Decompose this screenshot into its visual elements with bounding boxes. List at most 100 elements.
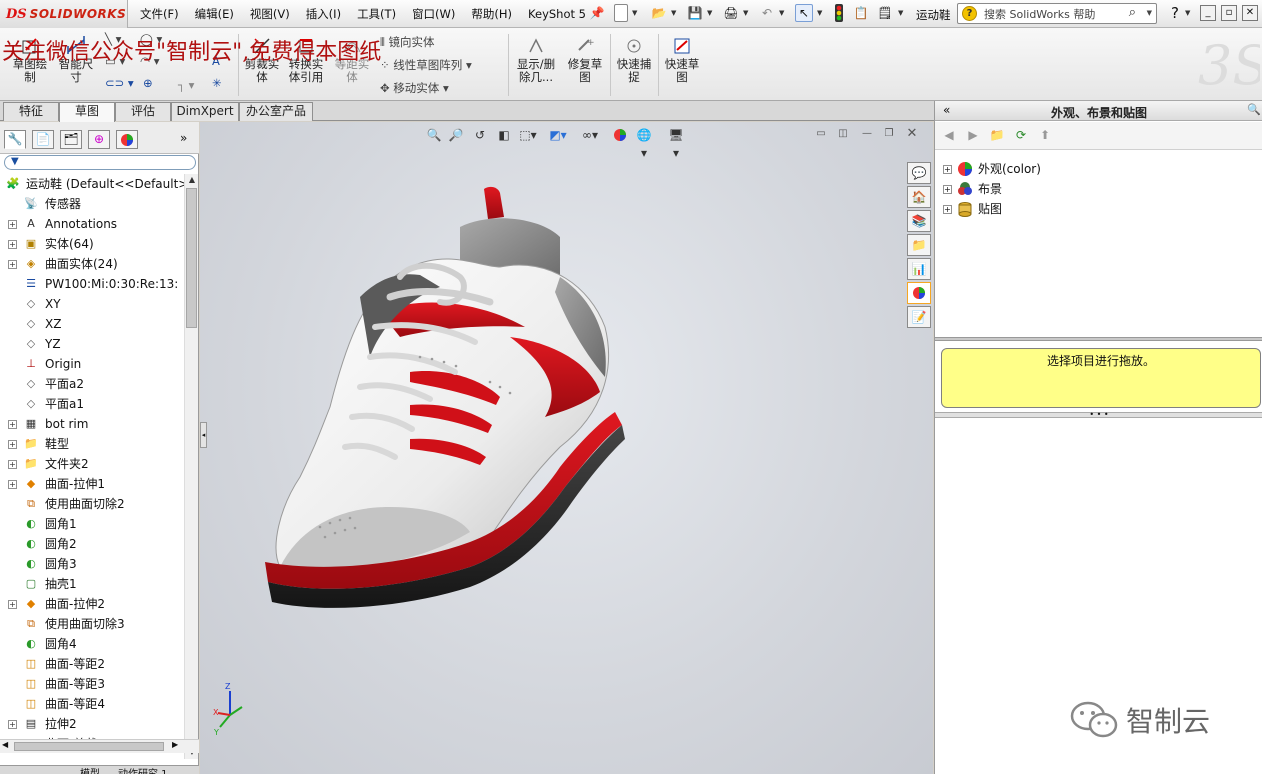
expand-icon[interactable]: + (8, 600, 17, 609)
chevron-down-icon[interactable]: ▼ (898, 9, 903, 17)
viewport-link-icon[interactable]: ◫ (836, 128, 850, 140)
move-entities-button[interactable]: ✥ 移动实体 ▾ (380, 80, 449, 96)
display-style-icon[interactable]: ◩▾ (549, 126, 567, 144)
tree-item-decals[interactable]: + 贴图 (935, 199, 1255, 219)
open-folder-icon[interactable]: 📂 (650, 4, 668, 22)
tab-features[interactable]: 特征 (3, 102, 59, 121)
configuration-manager-tab-icon[interactable]: 🗂 (60, 130, 82, 149)
add-folder-icon[interactable]: 📁 (989, 127, 1005, 143)
design-library-tab-icon[interactable]: 📚 (907, 210, 931, 232)
tree-item[interactable]: ◐ 圆角1 (0, 514, 184, 534)
pane-resize-grip[interactable]: • • • (935, 411, 1262, 419)
display-delete-relations-button[interactable]: 显示/删除几... (514, 36, 558, 84)
file-properties-icon[interactable]: 📋 (852, 4, 870, 22)
expand-icon[interactable]: + (943, 165, 952, 174)
view-palette-tab-icon[interactable]: 📊 (907, 258, 931, 280)
chevron-down-icon[interactable]: ▼ (671, 9, 676, 17)
view-orientation-icon[interactable]: ⬚▾ (519, 126, 537, 144)
expand-icon[interactable]: + (8, 480, 17, 489)
tree-item[interactable]: + ◆ 曲面-拉伸1 (0, 474, 184, 494)
help-search-input[interactable]: ? 搜索 SolidWorks 帮助 ⌕ ▼ (957, 3, 1157, 24)
expand-icon[interactable]: + (8, 220, 17, 229)
save-icon[interactable]: 💾 (686, 4, 704, 22)
tree-root[interactable]: 🧩 运动鞋 (Default<<Default> (0, 174, 184, 194)
menu-keyshot[interactable]: KeyShot 5 (528, 7, 586, 21)
feature-tree-filter-input[interactable]: ▼ (4, 155, 196, 170)
tree-vertical-scrollbar[interactable]: ▲ ▼ (184, 174, 198, 759)
print-icon[interactable]: 🖨 (722, 4, 740, 22)
menu-help[interactable]: 帮助(H) (471, 6, 512, 22)
scroll-right-icon[interactable]: ▶ (172, 740, 178, 749)
viewport-split-icon[interactable]: ▭ (814, 128, 828, 140)
shoe-3d-model[interactable] (260, 177, 640, 617)
tree-item[interactable]: + ▤ 拉伸2 (0, 714, 184, 734)
fillet-sketch-icon[interactable]: ┐ ▾ (178, 78, 194, 92)
point-tool-icon[interactable]: ✳ (212, 76, 222, 90)
expand-icon[interactable]: + (8, 420, 17, 429)
pin-icon[interactable]: 📌 (588, 4, 606, 22)
tree-item[interactable]: ◇ 平面a2 (0, 374, 184, 394)
chevron-down-icon[interactable]: ▼ (1185, 9, 1190, 17)
property-manager-tab-icon[interactable]: 📄 (32, 130, 54, 149)
tab-office-products[interactable]: 办公室产品 (239, 102, 313, 121)
custom-properties-tab-icon[interactable]: 📝 (907, 306, 931, 328)
close-button[interactable]: ✕ (1242, 5, 1258, 21)
chevron-down-icon[interactable]: ▼ (707, 9, 712, 17)
new-document-icon[interactable] (614, 4, 628, 22)
chevron-down-icon[interactable]: ▼ (779, 9, 784, 17)
tree-item[interactable]: + ▣ 实体(64) (0, 234, 184, 254)
menu-tools[interactable]: 工具(T) (357, 6, 396, 22)
minimize-button[interactable]: _ (1200, 5, 1216, 21)
tree-item[interactable]: ◇ XY (0, 294, 184, 314)
graphics-viewport[interactable]: ◂ 🔍 🔎 ↺ ◧ ⬚▾ ◩▾ ∞▾ 🌐▾ 🖥▾ ▭ ◫ — ❐ ✕ 💬 🏠 📚… (200, 122, 933, 774)
up-level-icon[interactable]: ⬆ (1037, 127, 1053, 143)
pin-icon[interactable]: 🔍 (1247, 103, 1261, 116)
edit-appearance-icon[interactable] (611, 126, 629, 144)
expand-icon[interactable]: + (8, 460, 17, 469)
menu-edit[interactable]: 编辑(E) (195, 6, 234, 22)
tree-item[interactable]: ◐ 圆角4 (0, 634, 184, 654)
rapid-sketch-button[interactable]: 快速草图 (662, 36, 702, 84)
tree-item[interactable]: ⧉ 使用曲面切除2 (0, 494, 184, 514)
expand-icon[interactable]: + (8, 720, 17, 729)
tree-item[interactable]: ◐ 圆角2 (0, 534, 184, 554)
tree-item[interactable]: ▢ 抽壳1 (0, 574, 184, 594)
expand-icon[interactable]: + (8, 440, 17, 449)
slot-tool-icon[interactable]: ⊂⊃ ▾ (105, 76, 134, 90)
chevron-down-icon[interactable]: ▼ (817, 9, 822, 17)
select-cursor-icon[interactable]: ↖ (795, 4, 813, 22)
help-icon[interactable]: ? (1166, 4, 1184, 22)
tab-model[interactable]: 模型 (80, 765, 100, 774)
refresh-icon[interactable]: ⟳ (1013, 127, 1029, 143)
mirror-entities-button[interactable]: ⫴ 镜向实体 (380, 34, 435, 50)
tree-item[interactable]: + 📁 文件夹2 (0, 454, 184, 474)
tree-item-scenes[interactable]: + 布景 (935, 179, 1255, 199)
tree-item[interactable]: + ◈ 曲面实体(24) (0, 254, 184, 274)
apply-scene-icon[interactable]: 🌐▾ (635, 126, 653, 160)
dimxpert-manager-tab-icon[interactable]: ⊕ (88, 130, 110, 149)
expand-icon[interactable]: + (8, 240, 17, 249)
scroll-left-icon[interactable]: ◀ (2, 740, 8, 749)
tree-item[interactable]: ◇ XZ (0, 314, 184, 334)
tree-item[interactable]: + A Annotations (0, 214, 184, 234)
file-explorer-tab-icon[interactable]: 📁 (907, 234, 931, 256)
scroll-up-icon[interactable]: ▲ (186, 174, 198, 186)
rebuild-traffic-light-icon[interactable] (830, 4, 848, 22)
tree-item[interactable]: ◫ 曲面-等距4 (0, 694, 184, 714)
expand-icon[interactable]: + (943, 205, 952, 214)
feature-tree-tab-icon[interactable]: 🔧 (4, 130, 26, 149)
tree-item[interactable]: + ▦ bot rim (0, 414, 184, 434)
tab-sketch[interactable]: 草图 (59, 102, 115, 122)
quick-snaps-button[interactable]: 快速捕捉 (614, 36, 654, 84)
linear-pattern-button[interactable]: ⁘ 线性草图阵列 ▾ (380, 57, 472, 73)
hide-show-items-icon[interactable]: ∞▾ (581, 126, 599, 144)
back-icon[interactable]: ◀ (941, 127, 957, 143)
expand-icon[interactable]: + (8, 260, 17, 269)
undo-icon[interactable]: ↶ (758, 4, 776, 22)
chevron-down-icon[interactable]: ▼ (1147, 9, 1152, 17)
tree-item[interactable]: ⊥ Origin (0, 354, 184, 374)
tree-item[interactable]: ◇ YZ (0, 334, 184, 354)
tab-motion-study[interactable]: 动作研究 1 (118, 765, 168, 774)
tree-item-appearances[interactable]: + 外观(color) (935, 159, 1255, 179)
tree-item[interactable]: ◫ 曲面-等距3 (0, 674, 184, 694)
